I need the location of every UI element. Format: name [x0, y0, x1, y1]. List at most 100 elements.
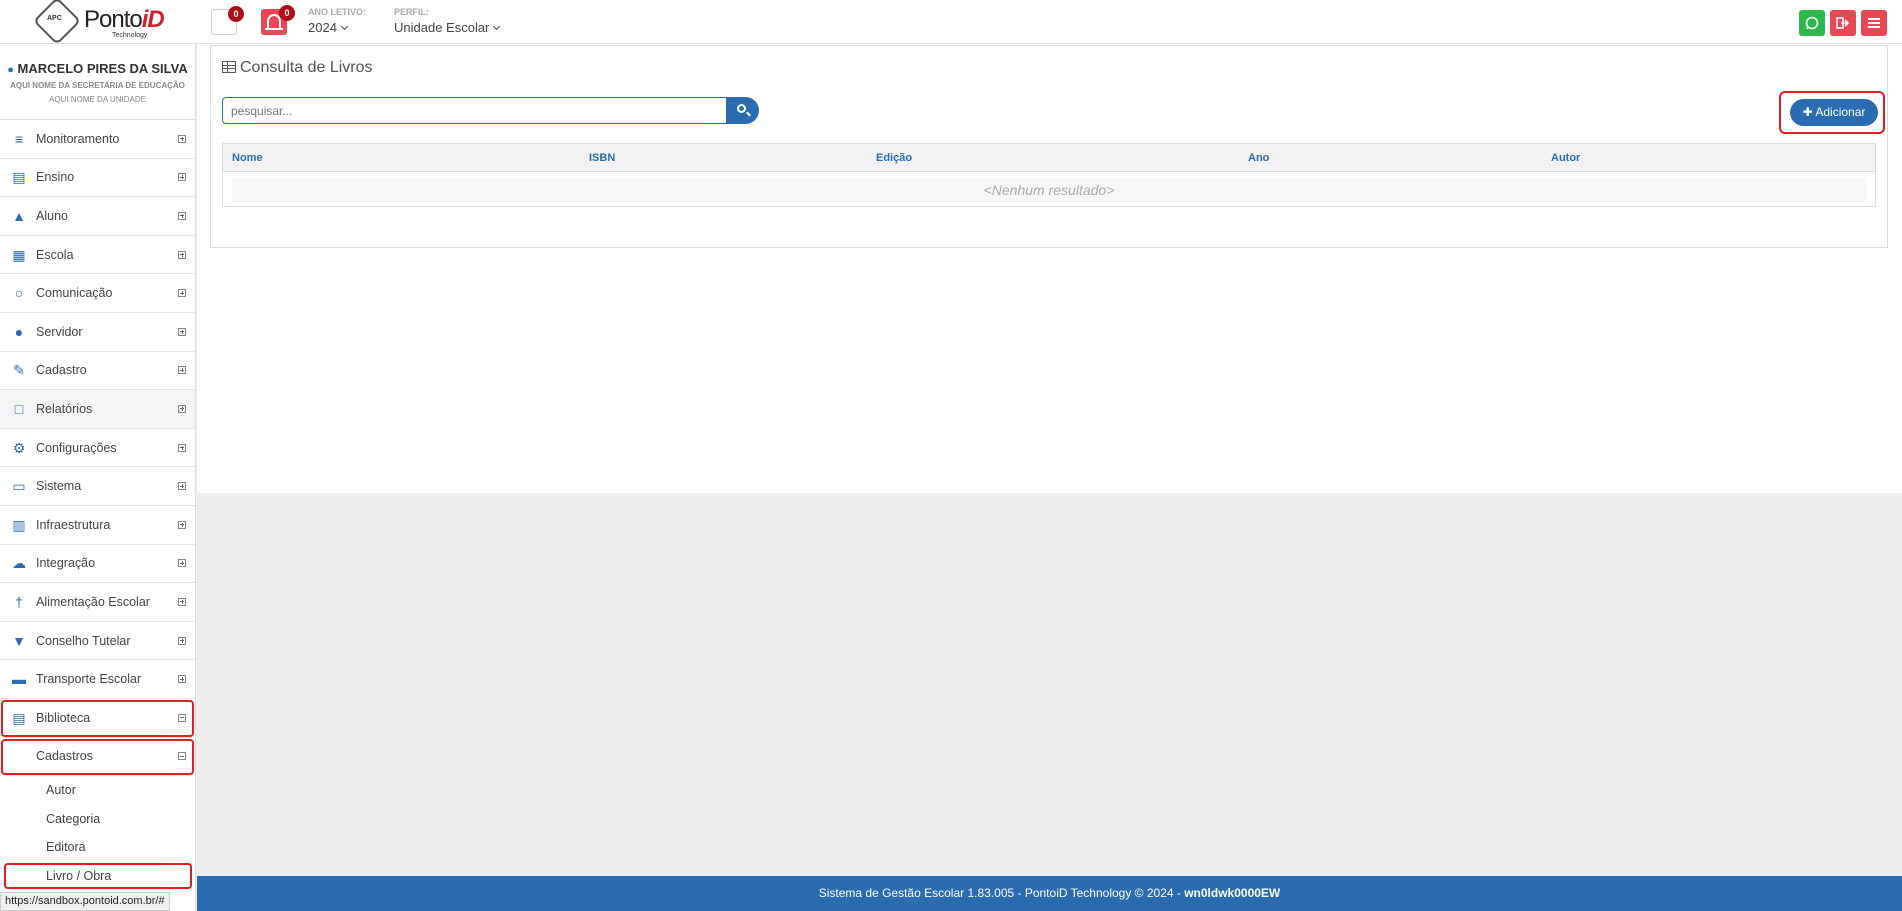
book-icon: ▤ [12, 169, 26, 186]
chevron-down-icon [493, 22, 501, 31]
user-unidade: AQUI NOME DA UNIDADE [49, 95, 146, 104]
expand-icon [178, 520, 186, 529]
sidebar-item-transporte-escolar[interactable]: ▬ Transporte Escolar [0, 660, 195, 699]
sidebar-item-conselho-tutelar[interactable]: ▼ Conselho Tutelar [0, 622, 195, 661]
sidebar-item-label: Escola [36, 247, 74, 262]
expand-icon [178, 559, 186, 568]
column-header-isbn[interactable]: ISBN [589, 152, 615, 164]
sidebar-item-label: Servidor [36, 324, 83, 339]
sidebar-subitem-autor[interactable]: Autor [0, 776, 195, 805]
sidebar-item-label: Transporte Escolar [36, 672, 142, 687]
user-profile: ● MARCELO PIRES DA SILVA AQUI NOME DA SE… [0, 44, 195, 120]
logo-hex-icon [32, 0, 82, 46]
sidebar-item-ensino[interactable]: ▤ Ensino [0, 159, 195, 198]
notifications-button[interactable]: 0 [261, 5, 295, 35]
consulta-panel: Consulta de Livros ✚ Adicionar Nome ISBN… [210, 45, 1888, 248]
messages-button[interactable]: 0 [211, 6, 244, 35]
sidebar-item-monitoramento[interactable]: ≡ Monitoramento [0, 120, 195, 159]
status-bar-url: https://sandbox.pontoid.com.br/# [0, 892, 170, 911]
logo[interactable]: APC PontoiD Technology [32, 0, 165, 46]
sidebar-item-sistema[interactable]: ▭ Sistema [0, 467, 195, 506]
column-header-edicao[interactable]: Edição [876, 152, 912, 164]
sidebar-item-label: Cadastros [36, 749, 93, 764]
monitor-icon: ▭ [12, 478, 26, 495]
expand-icon [178, 443, 186, 452]
sidebar-item-label: Conselho Tutelar [36, 633, 131, 648]
sidebar-item-label: Alimentação Escolar [36, 594, 150, 609]
car-icon: ▬ [12, 671, 26, 688]
sidebar-item-label: Monitoramento [36, 131, 120, 146]
sidebar-item-relatorios[interactable]: □ Relatórios [0, 390, 195, 429]
expand-icon [178, 289, 186, 298]
empty-result: <Nenhum resultado> [232, 178, 1866, 202]
book-icon: ▤ [12, 709, 26, 726]
footer: Sistema de Gestão Escolar 1.83.005 - Pon… [197, 876, 1902, 911]
ano-letivo-label: ANO LETIVO: [308, 7, 366, 17]
edit-icon: ✎ [13, 362, 25, 379]
sidebar-item-configuracoes[interactable]: ⚙ Configurações [0, 429, 195, 468]
expand-icon [178, 250, 186, 259]
expand-icon [178, 597, 186, 606]
search-input[interactable] [222, 97, 738, 124]
add-button-highlight: ✚ Adicionar [1779, 91, 1885, 134]
sidebar-item-infraestrutura[interactable]: ▥ Infraestrutura [0, 506, 195, 545]
sidebar-subitem-categoria[interactable]: Categoria [0, 805, 195, 834]
sidebar-item-servidor[interactable]: ● Servidor [0, 313, 195, 352]
sidebar-item-comunicacao[interactable]: ○ Comunicação [0, 274, 195, 313]
sidebar-item-biblioteca[interactable]: ▤ Biblioteca [0, 699, 195, 738]
column-header-ano[interactable]: Ano [1248, 152, 1269, 164]
user-icon: ● [7, 64, 14, 76]
collapse-icon [178, 752, 186, 761]
gear-icon: ⚙ [12, 439, 26, 456]
menu-button[interactable] [1861, 10, 1887, 36]
sidebar: ● MARCELO PIRES DA SILVA AQUI NOME DA SE… [0, 44, 196, 911]
column-header-nome[interactable]: Nome [232, 152, 263, 164]
document-icon: □ [14, 400, 24, 417]
table-icon [222, 61, 236, 73]
chat-icon: ○ [14, 285, 24, 302]
sidebar-item-alimentacao-escolar[interactable]: † Alimentação Escolar [0, 583, 195, 622]
logo-brand: PontoiD [84, 6, 165, 33]
perfil-select[interactable]: Unidade Escolar [394, 20, 501, 35]
user-name: ● MARCELO PIRES DA SILVA [7, 61, 188, 76]
ano-letivo-select[interactable]: 2024 [308, 20, 348, 35]
messages-badge: 0 [228, 6, 244, 22]
whatsapp-icon [1805, 16, 1819, 30]
cutlery-icon: † [15, 593, 23, 610]
sidebar-subitem-editora[interactable]: Editora [0, 833, 195, 862]
top-bar: APC PontoiD Technology 0 0 ANO LETIVO: 2… [0, 0, 1902, 46]
table-header: Nome ISBN Edição Ano Autor [223, 144, 1875, 172]
expand-icon [178, 366, 186, 375]
add-button[interactable]: ✚ Adicionar [1790, 99, 1878, 126]
logo-hex-text: APC [47, 15, 62, 22]
sidebar-item-escola[interactable]: ▦ Escola [0, 236, 195, 275]
building-icon: ▥ [12, 516, 26, 533]
expand-icon [178, 134, 186, 143]
logout-button[interactable] [1830, 10, 1856, 36]
sidebar-item-label: Aluno [36, 208, 68, 223]
sidebar-item-cadastros[interactable]: Cadastros [0, 738, 195, 777]
sidebar-item-cadastro[interactable]: ✎ Cadastro [0, 352, 195, 391]
column-header-autor[interactable]: Autor [1551, 152, 1580, 164]
chevron-down-icon [340, 22, 348, 31]
sidebar-item-integracao[interactable]: ☁ Integração [0, 545, 195, 584]
user-secretaria: AQUI NOME DA SECRETARIA DE EDUCAÇÃO [10, 81, 185, 90]
sidebar-item-aluno[interactable]: ▲ Aluno [0, 197, 195, 236]
sidebar-item-label: Configurações [36, 440, 117, 455]
sidebar-item-label: Integração [36, 556, 96, 571]
expand-icon [178, 327, 186, 336]
sidebar-item-label: Sistema [36, 479, 82, 494]
sidebar-item-label: Biblioteca [36, 710, 91, 725]
sidebar-item-label: Ensino [36, 170, 75, 185]
sidebar-item-label: Comunicação [36, 286, 113, 301]
sidebar-item-label: Relatórios [36, 401, 93, 416]
expand-icon [178, 636, 186, 645]
expand-icon [178, 675, 186, 684]
search-button[interactable] [726, 97, 759, 124]
sidebar-item-label: Infraestrutura [36, 517, 111, 532]
graduation-cap-icon: ▲ [12, 207, 26, 224]
sidebar-subitem-livro-obra[interactable]: Livro / Obra [3, 862, 193, 891]
sign-out-icon [1836, 17, 1850, 29]
whatsapp-button[interactable] [1799, 10, 1825, 36]
search-icon [737, 104, 746, 113]
